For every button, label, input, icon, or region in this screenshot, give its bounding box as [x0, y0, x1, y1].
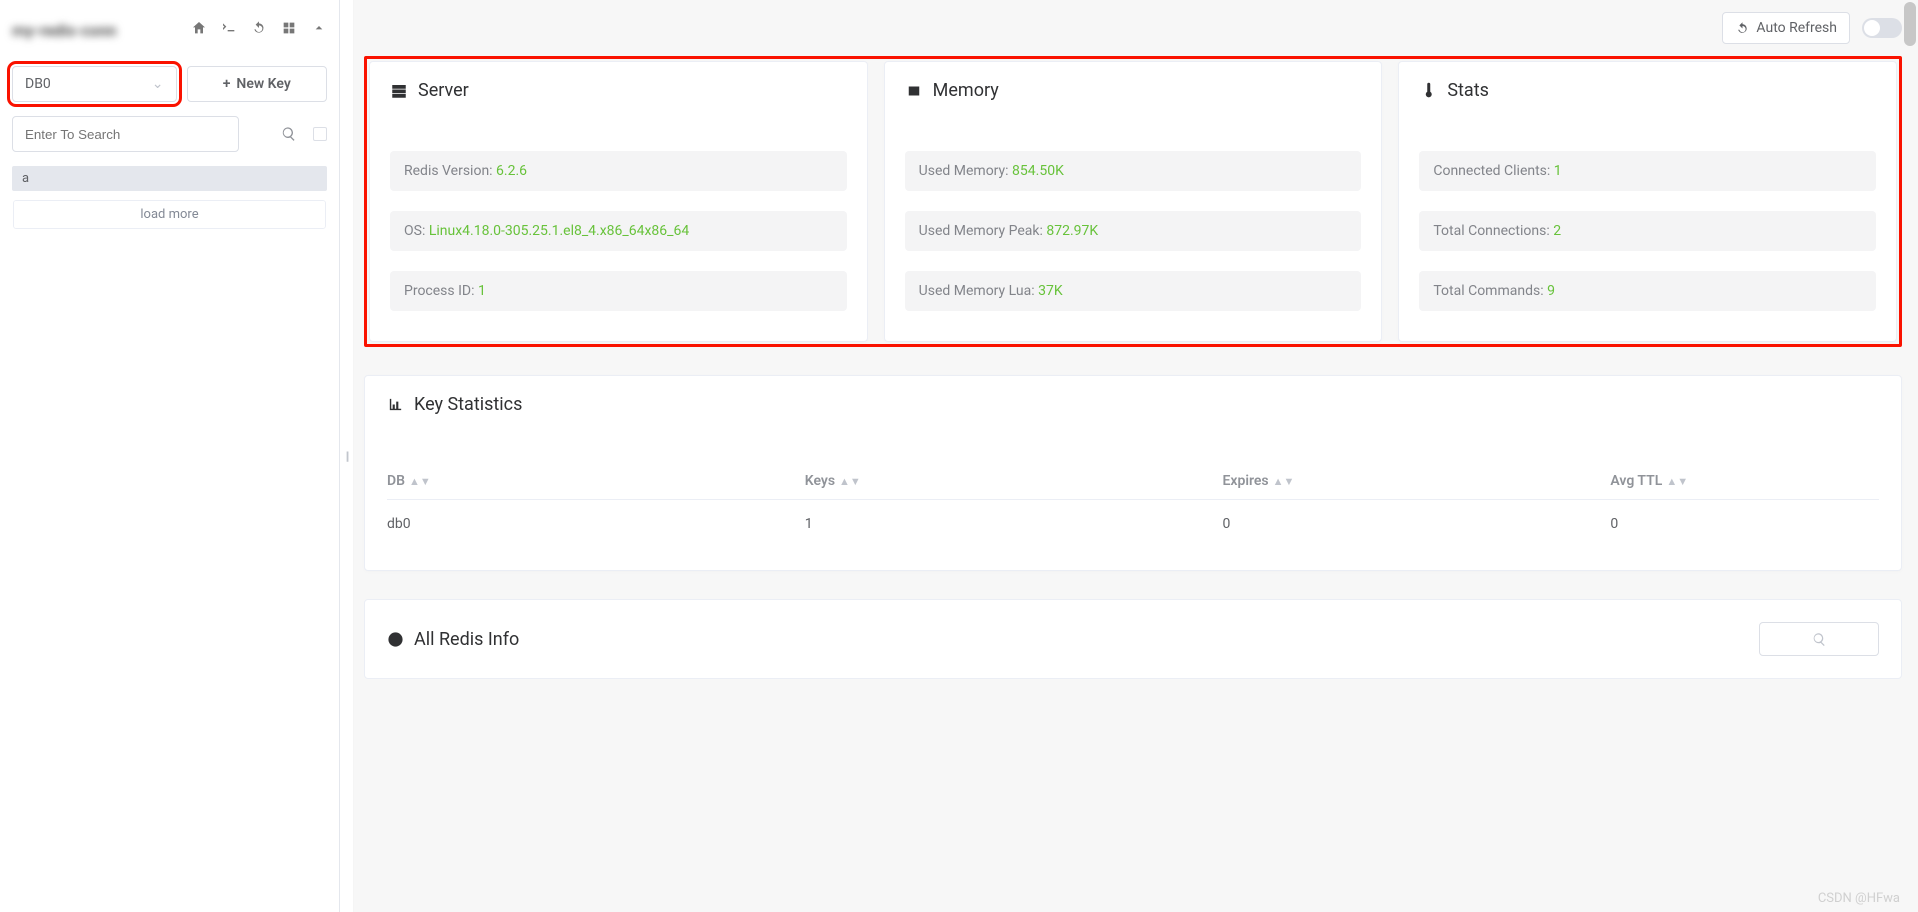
- auto-refresh-button[interactable]: Auto Refresh: [1722, 12, 1850, 44]
- info-search-input[interactable]: [1759, 622, 1879, 656]
- new-key-label: New Key: [236, 76, 290, 92]
- sort-icon: ▲▼: [839, 479, 861, 484]
- sidebar-toolbar: [191, 20, 327, 40]
- th-keys[interactable]: Keys▲▼: [805, 463, 1223, 500]
- auto-refresh-label: Auto Refresh: [1756, 20, 1837, 36]
- th-db[interactable]: DB▲▼: [387, 463, 805, 500]
- info-pill: Process ID: 1: [390, 271, 847, 311]
- search-icon[interactable]: [281, 126, 297, 142]
- server-card: Server Redis Version: 6.2.6 OS: Linux4.1…: [369, 61, 868, 342]
- key-statistics-table: DB▲▼ Keys▲▼ Expires▲▼ Avg TTL▲▼ db0 1 0 …: [387, 463, 1879, 548]
- grid-icon[interactable]: [281, 20, 297, 40]
- info-pill: Total Commands: 9: [1419, 271, 1876, 311]
- all-redis-info-panel: All Redis Info: [364, 599, 1902, 679]
- all-redis-info-title: All Redis Info: [414, 629, 519, 650]
- db-select[interactable]: DB0 ⌄: [12, 66, 177, 102]
- stats-card: Stats Connected Clients: 1 Total Connect…: [1398, 61, 1897, 342]
- sidebar-header: my-redis-conn: [12, 10, 327, 50]
- db-select-value: DB0: [25, 76, 51, 92]
- home-icon[interactable]: [191, 20, 207, 40]
- terminal-icon[interactable]: [221, 20, 237, 40]
- sidebar: my-redis-conn DB0 ⌄ + New Key a load mor…: [0, 0, 340, 912]
- refresh-icon[interactable]: [251, 20, 267, 40]
- memory-icon: [905, 82, 923, 100]
- scrollbar[interactable]: [1904, 2, 1916, 46]
- load-more-button[interactable]: load more: [12, 199, 327, 230]
- main-content: Auto Refresh Server Redis Version: 6.2.6…: [354, 0, 1918, 912]
- search-input[interactable]: [12, 116, 239, 152]
- info-pill: Redis Version: 6.2.6: [390, 151, 847, 191]
- watermark: CSDN @HFwa: [1818, 891, 1900, 906]
- memory-card: Memory Used Memory: 854.50K Used Memory …: [884, 61, 1383, 342]
- info-pill: Connected Clients: 1: [1419, 151, 1876, 191]
- info-pill: Total Connections: 2: [1419, 211, 1876, 251]
- db-newkey-row: DB0 ⌄ + New Key: [12, 66, 327, 102]
- key-statistics-title: Key Statistics: [414, 394, 522, 415]
- sort-icon: ▲▼: [1273, 479, 1295, 484]
- topbar: Auto Refresh: [364, 0, 1902, 56]
- exact-match-checkbox[interactable]: [313, 127, 327, 141]
- table-row: db0 1 0 0: [387, 500, 1879, 549]
- server-card-title: Server: [418, 80, 469, 101]
- sort-icon: ▲▼: [1666, 479, 1688, 484]
- connection-name: my-redis-conn: [12, 21, 116, 40]
- info-icon: [387, 631, 404, 648]
- sort-icon: ▲▼: [409, 479, 431, 484]
- info-pill: OS: Linux4.18.0-305.25.1.el8_4.x86_64x86…: [390, 211, 847, 251]
- thermometer-icon: [1419, 82, 1437, 100]
- server-icon: [390, 82, 408, 100]
- chevron-down-icon: ⌄: [152, 76, 164, 92]
- split-handle[interactable]: ||: [340, 0, 354, 912]
- chart-icon: [387, 396, 404, 413]
- key-statistics-panel: Key Statistics DB▲▼ Keys▲▼ Expires▲▼ Avg…: [364, 375, 1902, 571]
- memory-card-title: Memory: [933, 80, 999, 101]
- auto-refresh-toggle[interactable]: [1862, 18, 1902, 38]
- info-cards-row: Server Redis Version: 6.2.6 OS: Linux4.1…: [364, 56, 1902, 347]
- new-key-button[interactable]: + New Key: [187, 66, 328, 102]
- key-list-item[interactable]: a: [12, 166, 327, 191]
- info-pill: Used Memory: 854.50K: [905, 151, 1362, 191]
- refresh-icon: [1735, 21, 1750, 36]
- plus-icon: +: [223, 76, 231, 92]
- search-icon: [1812, 632, 1827, 647]
- th-expires[interactable]: Expires▲▼: [1223, 463, 1611, 500]
- search-row: [12, 116, 327, 152]
- chevron-up-icon[interactable]: [311, 20, 327, 40]
- info-pill: Used Memory Lua: 37K: [905, 271, 1362, 311]
- stats-card-title: Stats: [1447, 80, 1489, 101]
- info-pill: Used Memory Peak: 872.97K: [905, 211, 1362, 251]
- th-avg-ttl[interactable]: Avg TTL▲▼: [1610, 463, 1879, 500]
